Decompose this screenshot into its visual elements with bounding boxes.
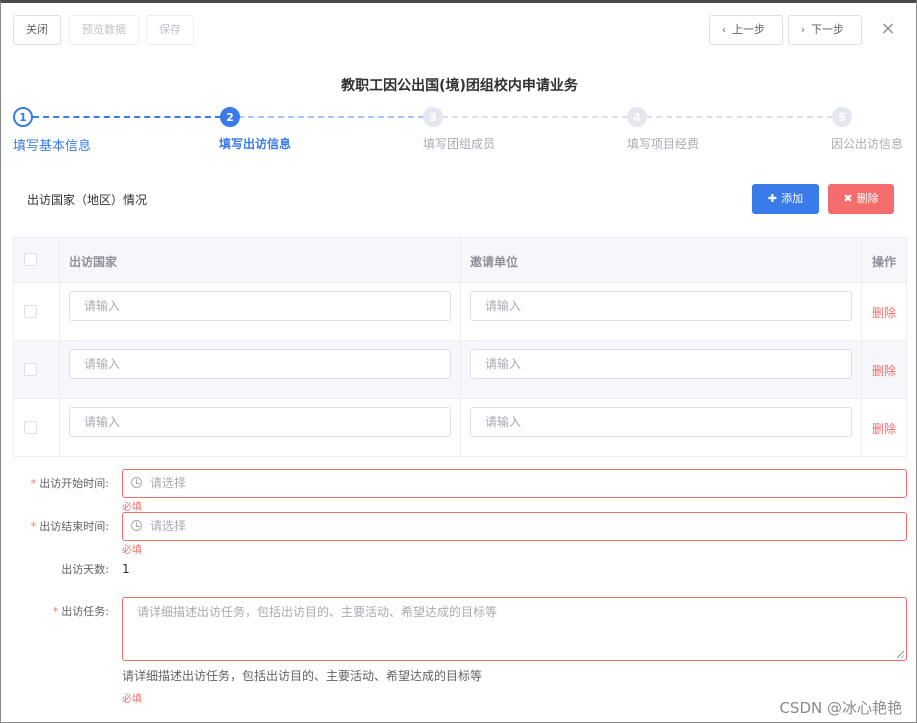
org-input[interactable]: 请输入 — [470, 407, 852, 437]
column-divider — [59, 283, 60, 340]
column-divider — [59, 341, 60, 398]
row-delete-link[interactable]: 删除 — [872, 420, 896, 437]
days-label: 出访天数: — [61, 563, 109, 576]
table-header-row: 出访国家 邀请单位 操作 — [14, 238, 906, 282]
required-asterisk: * — [52, 605, 59, 618]
close-icon[interactable]: × — [878, 19, 898, 39]
toolbar: 关闭 预览数据 保存 ‹ 上一步 › 下一步 × — [13, 15, 904, 47]
end-time-label-text: 出访结束时间: — [39, 520, 109, 533]
country-input[interactable]: 请输入 — [69, 407, 451, 437]
table-row: 请输入 请输入 删除 — [14, 398, 906, 456]
prev-step-button[interactable]: ‹ 上一步 — [709, 15, 783, 45]
column-divider — [460, 283, 461, 340]
org-input[interactable]: 请输入 — [470, 349, 852, 379]
add-button-label: 添加 — [781, 192, 804, 205]
step-connector — [238, 116, 424, 118]
row-checkbox[interactable] — [24, 421, 37, 434]
delete-button[interactable]: ✖ 删除 — [828, 184, 894, 214]
org-input[interactable]: 请输入 — [470, 291, 852, 321]
x-icon: ✖ — [843, 192, 853, 205]
row-delete-link[interactable]: 删除 — [872, 304, 896, 321]
column-divider — [460, 238, 461, 282]
start-time-placeholder: 请选择 — [150, 476, 187, 490]
task-error: 必填 — [122, 694, 142, 705]
start-time-error: 必填 — [122, 502, 142, 513]
step-connector — [442, 116, 628, 118]
watermark: CSDN @冰心艳艳 — [779, 699, 902, 717]
dialog-frame: 关闭 预览数据 保存 ‹ 上一步 › 下一步 × 教职工因公出国(境)团组校内申请业… — [0, 0, 917, 723]
clock-icon — [131, 520, 142, 531]
step-indicator: 1 2 3 4 5 填写基本信息 填写出访信息 填写团组成员 填写项目经费 因公… — [1, 105, 917, 155]
step-4-circle: 4 — [627, 107, 647, 127]
prev-step-label: 上一步 — [732, 23, 765, 36]
step-5-label: 因公出访信息 — [831, 137, 904, 151]
task-label-text: 出访任务: — [61, 605, 109, 618]
preview-data-button[interactable]: 预览数据 — [69, 15, 139, 45]
end-time-picker[interactable]: 请选择 — [122, 512, 907, 541]
days-value: 1 — [122, 562, 130, 576]
plus-icon: ✚ — [767, 192, 778, 205]
add-button[interactable]: ✚ 添加 — [752, 184, 819, 214]
step-5-circle: 5 — [832, 107, 852, 127]
task-hint: 请详细描述出访任务，包括出访目的、主要活动、希望达成的目标等 — [122, 669, 483, 683]
task-placeholder: 请详细描述出访任务，包括出访目的、主要活动、希望达成的目标等 — [137, 605, 498, 619]
clock-icon — [131, 477, 142, 488]
save-button[interactable]: 保存 — [146, 15, 194, 45]
step-2-circle: 2 — [220, 107, 240, 127]
step-3-circle: 3 — [423, 107, 443, 127]
task-textarea[interactable]: 请详细描述出访任务，包括出访目的、主要活动、希望达成的目标等 — [122, 597, 907, 661]
step-3-label: 填写团组成员 — [423, 137, 496, 151]
required-asterisk: * — [30, 520, 37, 533]
step-1-circle: 1 — [13, 107, 33, 127]
select-all-checkbox[interactable] — [24, 253, 37, 266]
step-connector — [33, 116, 221, 118]
chevron-left-icon: ‹ — [722, 25, 726, 36]
required-asterisk: * — [30, 477, 37, 490]
start-time-label: * 出访开始时间: — [1, 475, 109, 491]
end-time-placeholder: 请选择 — [150, 519, 187, 533]
column-header-ops: 操作 — [872, 255, 897, 269]
table-row: 请输入 请输入 删除 — [14, 282, 906, 340]
column-divider — [861, 283, 862, 340]
page-title: 教职工因公出国(境)团组校内申请业务 — [341, 78, 578, 94]
country-input[interactable]: 请输入 — [69, 291, 451, 321]
end-time-label: * 出访结束时间: — [1, 518, 109, 534]
country-table: 出访国家 邀请单位 操作 请输入 请输入 删除 请输入 请输入 删除 请输入 请… — [13, 237, 907, 457]
column-divider — [861, 341, 862, 398]
chevron-right-icon: › — [801, 25, 805, 36]
step-4-label: 填写项目经费 — [627, 137, 700, 151]
step-connector — [646, 116, 833, 118]
step-1-label: 填写基本信息 — [13, 139, 92, 154]
next-step-button[interactable]: › 下一步 — [788, 15, 862, 45]
row-checkbox[interactable] — [24, 305, 37, 318]
column-divider — [861, 399, 862, 456]
column-divider — [59, 399, 60, 456]
task-label: * 出访任务: — [1, 603, 109, 619]
close-button[interactable]: 关闭 — [13, 15, 61, 45]
country-input[interactable]: 请输入 — [69, 349, 451, 379]
column-header-org: 邀请单位 — [470, 255, 519, 269]
column-divider — [59, 238, 60, 282]
next-step-label: 下一步 — [811, 23, 844, 36]
column-divider — [460, 399, 461, 456]
end-time-error: 必填 — [122, 545, 142, 556]
section-title: 出访国家（地区）情况 — [27, 193, 148, 207]
step-2-label: 填写出访信息 — [219, 137, 292, 151]
resize-handle-icon[interactable] — [897, 651, 904, 658]
table-row: 请输入 请输入 删除 — [14, 340, 906, 398]
column-header-country: 出访国家 — [69, 255, 118, 269]
delete-button-label: 删除 — [856, 192, 879, 205]
row-checkbox[interactable] — [24, 363, 37, 376]
column-divider — [861, 238, 862, 282]
start-time-picker[interactable]: 请选择 — [122, 469, 907, 498]
start-time-label-text: 出访开始时间: — [39, 477, 109, 490]
row-delete-link[interactable]: 删除 — [872, 362, 896, 379]
column-divider — [460, 341, 461, 398]
